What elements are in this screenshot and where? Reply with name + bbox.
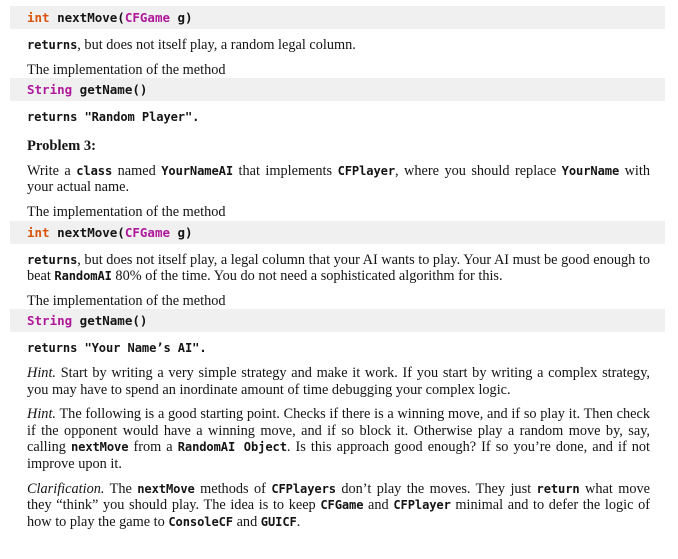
body-paragraph: The implementation of the method (27, 62, 650, 79)
body-paragraph: The implementation of the method (27, 293, 650, 310)
body-paragraph: returns, but does not itself play, a ran… (27, 37, 650, 54)
code-token-plain: nextMove( (49, 10, 125, 25)
text-run-normal: Start by writing a very simple strategy … (27, 364, 650, 398)
text-run-normal: and (363, 497, 394, 514)
text-run-normal: Write a (27, 162, 77, 179)
text-run-normal: don’t play the moves. They just (335, 480, 537, 497)
text-run-mono: RandomAI (54, 269, 112, 284)
body-paragraph: returns "Random Player". (27, 109, 650, 126)
text-run-mono: nextMove (70, 440, 129, 455)
text-run-normal: . (296, 513, 301, 530)
text-run-normal: The implementation of the method (27, 61, 226, 78)
text-run-mono: CFGame (320, 498, 364, 513)
text-run-mono: RandomAI Object (177, 440, 287, 455)
text-run-normal: , but does not itself play, a random leg… (77, 37, 356, 53)
code-signature-bar: int nextMove(CFGame g) (10, 6, 665, 29)
document-blocks: int nextMove(CFGame g) returns, but does … (10, 6, 665, 531)
text-run-mono: return (536, 481, 580, 496)
code-signature-bar: String getName() (10, 78, 665, 102)
text-run-mono: CFPlayer (393, 498, 451, 513)
body-paragraph: Hint. Start by writing a very simple str… (27, 365, 650, 398)
code-token-type: int (27, 224, 50, 240)
text-run-normal: The (104, 480, 138, 497)
code-token-plain: getName() (72, 82, 148, 98)
body-paragraph: Clarification. The nextMove methods of C… (27, 481, 650, 531)
code-signature-bar: int nextMove(CFGame g) (10, 220, 665, 244)
text-run-mono: returns (27, 252, 78, 267)
text-run-mono: GUICF (260, 514, 297, 529)
text-run-mono: returns (27, 38, 78, 52)
text-run-mono-partial: returns "Your Name’s AI". (27, 341, 207, 356)
code-token-plain: g) (170, 224, 193, 240)
text-run-mono: YourNameAI (161, 163, 234, 178)
body-paragraph: The implementation of the method (27, 204, 650, 221)
problem-heading: Problem 3: (27, 137, 97, 154)
body-paragraph: returns "Your Name’s AI". (27, 340, 650, 357)
code-token-type: int (27, 10, 50, 25)
text-run-normal: from a (128, 439, 178, 456)
text-run-normal: and (233, 513, 261, 530)
code-token-class: String (27, 82, 73, 98)
code-token-plain: nextMove( (49, 224, 125, 240)
code-token-class: String (27, 313, 73, 329)
text-run-italic: Clarification. (27, 480, 105, 497)
code-token-class: CFGame (124, 10, 170, 25)
body-paragraph: Write a class named YourNameAI that impl… (27, 163, 650, 196)
code-signature-bar: String getName() (10, 309, 665, 333)
code-token-plain: getName() (72, 313, 148, 329)
text-run-normal: named (112, 162, 162, 179)
text-run-mono: CFPlayer (337, 163, 396, 178)
code-token-class: CFGame (124, 224, 170, 240)
text-run-mono: nextMove (137, 481, 195, 496)
body-paragraph: Hint. The following is a good starting p… (27, 406, 650, 472)
text-run-normal: 80% of the time. You do not need a sophi… (111, 268, 503, 285)
text-run-italic: Hint. (27, 406, 56, 423)
text-run-italic: Hint. (27, 364, 56, 381)
text-run-normal: methods of (194, 480, 272, 497)
document-content: int nextMove(CFGame g) returns, but does … (0, 0, 678, 530)
text-run-normal: The implementation of the method (27, 203, 226, 220)
body-paragraph: returns, but does not itself play, a leg… (27, 252, 650, 285)
text-run-mono-partial: returns "Random Player". (27, 110, 200, 125)
text-run-mono: class (76, 163, 113, 178)
text-run-mono: CFPlayers (271, 481, 336, 496)
text-run-mono: YourName (561, 163, 620, 178)
text-run-normal: , where you should replace (395, 162, 562, 179)
code-token-plain: g) (170, 10, 193, 25)
text-run-mono: ConsoleCF (168, 514, 233, 529)
document-page: int nextMove(CFGame g) returns, but does … (0, 0, 678, 559)
text-run-normal: that implements (233, 162, 338, 179)
text-run-normal: The implementation of the method (27, 292, 226, 309)
